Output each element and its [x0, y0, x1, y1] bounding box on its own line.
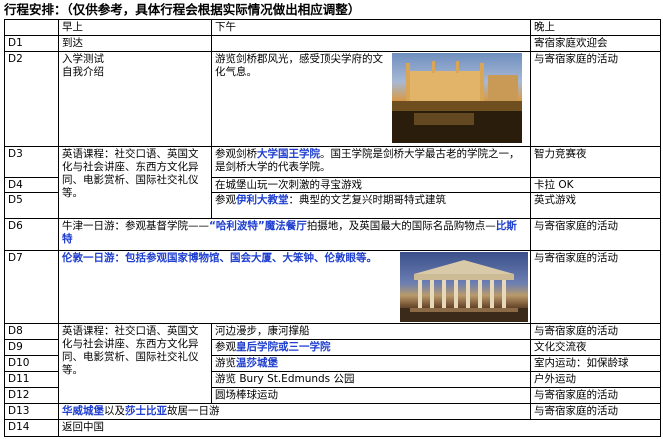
d6-evening: 与寄宿家庭的活动: [534, 220, 618, 232]
day-label: D7: [8, 252, 23, 264]
d13-activity: 华威城堡以及莎士比亚故居一日游: [59, 404, 530, 419]
d9-afternoon: 参观皇后学院或三一学院: [212, 340, 530, 355]
day-label: D8: [8, 325, 23, 337]
d6-text-2: 拍摄地，及英国最大的国际名品购物点—: [306, 220, 496, 232]
day-label: D3: [8, 148, 23, 160]
d8-afternoon: 河边漫步，康河撑船: [215, 325, 310, 337]
d10-afternoon: 游览温莎城堡: [212, 356, 530, 371]
d5-afternoon: 参观伊利大教堂：典型的文艺复兴时期哥特式建筑: [212, 193, 530, 208]
day-label: D1: [8, 37, 23, 49]
d3-evening: 智力竞赛夜: [534, 148, 587, 160]
page-title: 行程安排：（仅供参考，具体行程会根据实际情况做出相应调整）: [4, 2, 361, 17]
d1-activity: 到达: [62, 37, 83, 49]
d9-afternoon-prefix: 参观: [215, 341, 236, 353]
d10-evening: 室内运动：如保龄球: [534, 357, 629, 369]
d13-link-2: 莎士比亚: [125, 405, 167, 417]
cambridge-photo: [392, 53, 522, 143]
d7-activity: 伦敦一日游：包括参观国家博物馆、国会大厦、大笨钟、伦敦眼等。: [62, 252, 377, 264]
d11-afternoon: 游览 Bury St.Edmunds 公园: [215, 373, 355, 385]
d6-link-1: “哈利波特”魔法餐厅: [209, 220, 307, 232]
british-museum-photo: [400, 252, 528, 322]
d13-mid: 以及: [104, 405, 125, 417]
day-label: D6: [8, 220, 23, 232]
d9-afternoon-link: 皇后学院或三一学院: [236, 341, 331, 353]
d7-evening: 与寄宿家庭的活动: [534, 252, 618, 264]
d12-evening: 与寄宿家庭的活动: [534, 389, 618, 401]
d12-afternoon: 圆场棒球运动: [215, 389, 278, 401]
d4-evening: 卡拉 OK: [534, 179, 574, 191]
day-label: D9: [8, 341, 23, 353]
d3-afternoon-prefix: 参观剑桥: [215, 148, 257, 160]
d6-activity: 牛津一日游：参观基督学院——“哈利波特”魔法餐厅拍摄地，及英国最大的国际名品购物…: [59, 219, 530, 250]
d11-evening: 户外运动: [534, 373, 576, 385]
d5-evening: 英式游戏: [534, 194, 576, 206]
d8-evening: 与寄宿家庭的活动: [534, 325, 618, 337]
d13-suffix: 故居一日游: [167, 405, 220, 417]
d3-afternoon: 参观剑桥大学国王学院。国王学院是剑桥大学最古老的学院之一，是剑桥大学的代表学院。: [212, 147, 530, 177]
day-label: D4: [8, 179, 23, 191]
day-label: D2: [8, 53, 23, 65]
header-evening: 晚上: [534, 21, 555, 33]
day-label: D11: [8, 373, 30, 385]
day-label: D14: [8, 421, 30, 433]
d2-morning-2: 自我介绍: [62, 66, 104, 78]
d10-afternoon-link: 温莎城堡: [236, 357, 278, 369]
d14-activity: 返回中国: [62, 421, 104, 433]
d3-afternoon-link: 大学国王学院: [257, 148, 320, 160]
itinerary-table: 早上 下午 晚上 D1 到达 寄宿家庭欢迎会 D2 入学测试 自我介绍 游览剑桥…: [4, 19, 661, 437]
d1-evening: 寄宿家庭欢迎会: [534, 37, 608, 49]
d4-afternoon: 在城堡山玩一次刺激的寻宝游戏: [215, 179, 362, 191]
d5-afternoon-link: 伊利大教堂: [236, 194, 289, 206]
d2-evening: 与寄宿家庭的活动: [534, 53, 618, 65]
d6-text-1: 牛津一日游：参观基督学院——: [62, 220, 209, 232]
header-afternoon: 下午: [215, 21, 236, 33]
day-label: D12: [8, 389, 30, 401]
day-label: D10: [8, 357, 30, 369]
d10-afternoon-prefix: 游览: [215, 357, 236, 369]
d2-afternoon: 游览剑桥郡风光，感受顶尖学府的文化气息。: [215, 53, 383, 78]
d3-5-morning: 英语课程：社交口语、英国文化与社会讲座、东西方文化异同、电影赏析、国际社交礼仪等…: [62, 148, 199, 199]
day-label: D5: [8, 194, 23, 206]
d5-afternoon-suffix: ：典型的文艺复兴时期哥特式建筑: [288, 194, 447, 206]
d5-afternoon-prefix: 参观: [215, 194, 236, 206]
d13-link-1: 华威城堡: [62, 405, 104, 417]
d13-evening: 与寄宿家庭的活动: [534, 405, 618, 417]
d9-evening: 文化交流夜: [534, 341, 587, 353]
header-morning: 早上: [62, 21, 83, 33]
day-label: D13: [8, 405, 30, 417]
d8-12-morning: 英语课程：社交口语、英国文化与社会讲座、东西方文化异同、电影赏析、国际社交礼仪等…: [62, 325, 199, 376]
